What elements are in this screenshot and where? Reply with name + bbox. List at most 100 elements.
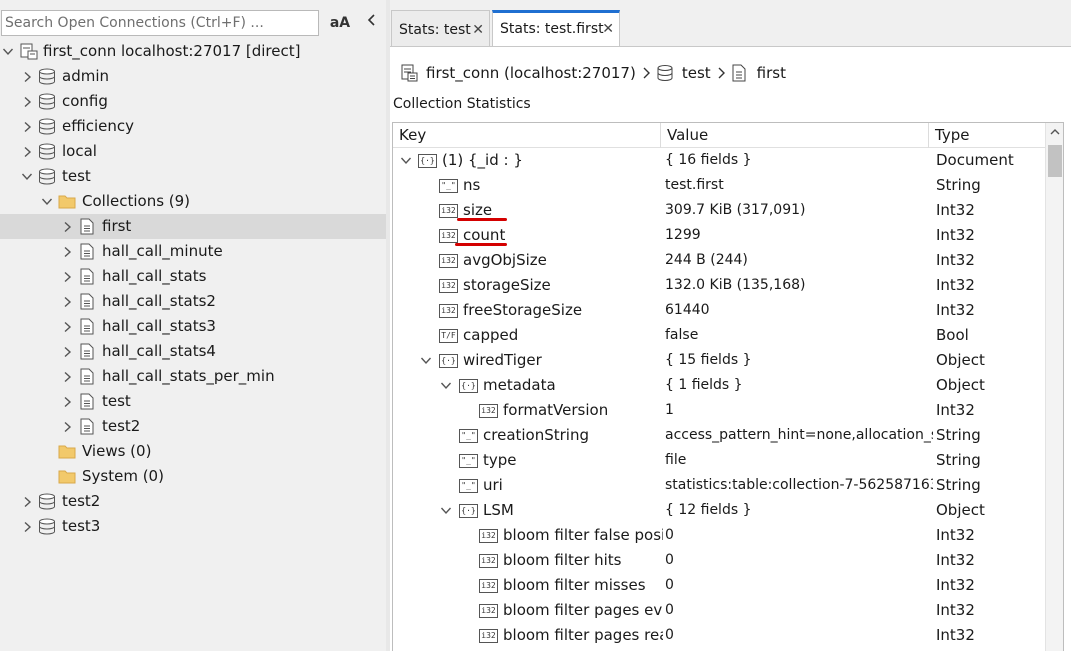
chevron-down-icon[interactable] [399,148,413,173]
chevron-right-icon[interactable] [60,389,74,414]
tree-collections-group[interactable]: Collections (9) [0,189,386,214]
chevron-right-icon[interactable] [60,414,74,439]
tree-database-local[interactable]: local [0,139,386,164]
row-type: Int32 [936,626,975,644]
chevron-right-icon[interactable] [60,289,74,314]
table-row[interactable]: i32 bloom filter pages evict 0 Int32 [393,598,1045,623]
int32-type-icon: i32 [439,204,458,218]
table-row[interactable]: i32 bloom filter hits 0 Int32 [393,548,1045,573]
tree-system-group[interactable]: System (0) [0,464,386,489]
scroll-up-button[interactable] [1046,123,1063,141]
row-value: 1 [665,402,674,418]
chevron-down-icon[interactable] [1,39,15,64]
table-row[interactable]: i32 avgObjSize 244 B (244) Int32 [393,248,1045,273]
table-row[interactable]: {·} LSM { 12 fields } Object [393,498,1045,523]
table-row[interactable]: i32 bloom filter pages read 0 Int32 [393,623,1045,648]
row-value: file [665,452,687,468]
vertical-scrollbar[interactable] [1045,123,1063,651]
row-type: Int32 [936,226,975,244]
tree-database-admin[interactable]: admin [0,64,386,89]
tree-database-config[interactable]: config [0,89,386,114]
tree-collection-first[interactable]: first [0,214,386,239]
chevron-right-icon[interactable] [60,214,74,239]
collapse-panel-button[interactable] [362,12,382,34]
tab-label: Stats: test [399,22,471,38]
folder-icon [58,443,76,460]
annotation-underline-size [457,218,507,221]
tree-collection-test[interactable]: test [0,389,386,414]
tree-connection[interactable]: first_conn localhost:27017 [direct] [0,39,386,64]
column-header-key[interactable]: Key [393,123,661,148]
breadcrumb-connection[interactable]: first_conn (localhost:27017) [426,64,636,82]
chevron-down-icon[interactable] [20,164,34,189]
column-header-type[interactable]: Type [929,123,1045,148]
table-row[interactable]: i32 formatVersion 1 Int32 [393,398,1045,423]
row-key: bloom filter hits [503,551,622,569]
tree-views-group-label: Views (0) [82,442,152,460]
column-header-value[interactable]: Value [661,123,929,148]
chevron-down-icon[interactable] [419,348,433,373]
row-key: bloom filter false positi [503,526,663,544]
row-key: bloom filter pages evict [503,601,663,619]
table-row[interactable]: "_" type file String [393,448,1045,473]
tree-collection-hall_call_stats_per_min[interactable]: hall_call_stats_per_min [0,364,386,389]
table-row[interactable]: {·} (1) {_id : } { 16 fields } Document [393,148,1045,173]
close-icon[interactable]: ✕ [472,11,484,49]
table-row[interactable]: "_" creationString access_pattern_hint=non… [393,423,1045,448]
row-key: formatVersion [503,401,609,419]
chevron-right-icon[interactable] [20,114,34,139]
tab-stats-test[interactable]: Stats: test ✕ [391,10,490,46]
row-type: Int32 [936,401,975,419]
table-row[interactable]: T/F capped false Bool [393,323,1045,348]
tree-database-test3[interactable]: test3 [0,514,386,539]
search-connections-input[interactable] [1,10,319,36]
chevron-right-icon[interactable] [20,489,34,514]
tree-collection-hall_call_stats_per_min-label: hall_call_stats_per_min [102,367,275,385]
table-row[interactable]: "_" uri statistics:table:collection-7-5625… [393,473,1045,498]
table-row[interactable]: {·} metadata { 1 fields } Object [393,373,1045,398]
table-row[interactable]: i32 freeStorageSize 61440 Int32 [393,298,1045,323]
row-value: 61440 [665,302,710,318]
tree-collection-hall_call_stats2[interactable]: hall_call_stats2 [0,289,386,314]
tree-database-efficiency[interactable]: efficiency [0,114,386,139]
tree-collection-hall_call_stats[interactable]: hall_call_stats [0,264,386,289]
font-size-button[interactable]: aA [328,12,352,34]
chevron-right-icon[interactable] [20,139,34,164]
row-value: false [665,327,699,343]
tree-database-test2[interactable]: test2 [0,489,386,514]
table-row[interactable]: i32 storageSize 132.0 KiB (135,168) Int32 [393,273,1045,298]
object-type-icon: {·} [418,154,437,168]
chevron-right-icon[interactable] [20,89,34,114]
chevron-right-icon[interactable] [60,264,74,289]
collection-icon [78,393,96,410]
tree-collection-hall_call_minute[interactable]: hall_call_minute [0,239,386,264]
scrollbar-thumb[interactable] [1048,145,1062,177]
chevron-right-icon[interactable] [20,64,34,89]
chevron-right-icon[interactable] [20,514,34,539]
table-row[interactable]: i32 bloom filter false positi 0 Int32 [393,523,1045,548]
table-row[interactable]: i32 bloom filter misses 0 Int32 [393,573,1045,598]
tree-collection-test2[interactable]: test2 [0,414,386,439]
tree-database-local-label: local [62,142,97,160]
close-icon[interactable]: ✕ [602,13,614,45]
chevron-right-icon[interactable] [60,364,74,389]
tab-bar: Stats: test ✕ Stats: test.first ✕ [390,10,1071,46]
chevron-down-icon[interactable] [439,498,453,523]
tree-database-test[interactable]: test [0,164,386,189]
tree-collection-hall_call_stats4[interactable]: hall_call_stats4 [0,339,386,364]
chevron-right-icon[interactable] [60,339,74,364]
row-type: Int32 [936,576,975,594]
tree-views-group[interactable]: Views (0) [0,439,386,464]
tab-stats-test-first[interactable]: Stats: test.first ✕ [492,10,620,46]
tree-collection-hall_call_stats3[interactable]: hall_call_stats3 [0,314,386,339]
breadcrumb-collection[interactable]: first [757,64,786,82]
table-row[interactable]: {·} wiredTiger { 15 fields } Object [393,348,1045,373]
chevron-right-icon[interactable] [60,314,74,339]
chevron-down-icon[interactable] [40,189,54,214]
chevron-down-icon[interactable] [439,373,453,398]
int32-type-icon: i32 [479,604,498,618]
row-value: 1299 [665,227,701,243]
chevron-right-icon[interactable] [60,239,74,264]
breadcrumb-database[interactable]: test [682,64,711,82]
table-row[interactable]: "_" ns test.first String [393,173,1045,198]
